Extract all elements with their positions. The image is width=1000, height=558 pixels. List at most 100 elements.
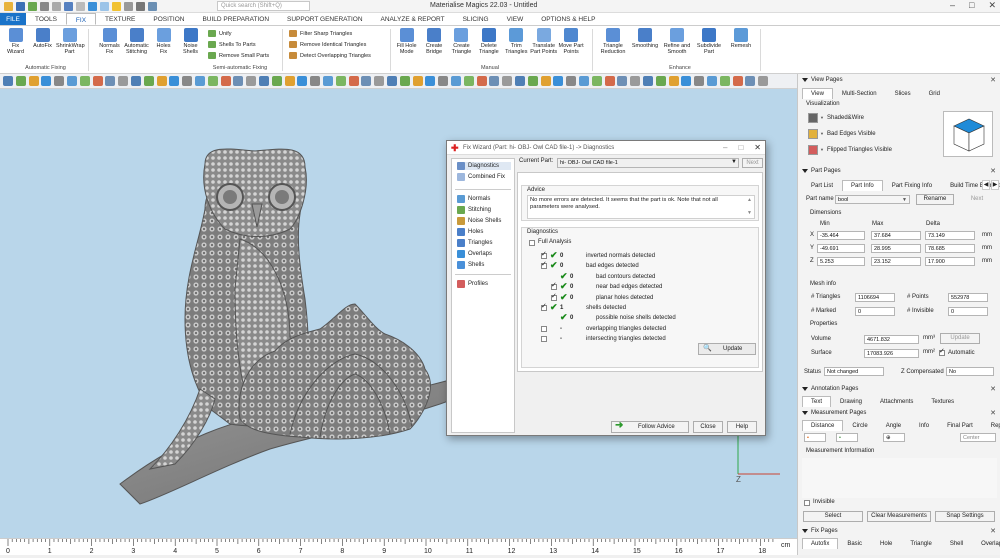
semi-normals-fix-button[interactable]: Normals Fix xyxy=(96,28,123,55)
diagnostic-checkbox[interactable] xyxy=(551,281,557,291)
toolbar-tool-icon[interactable] xyxy=(681,76,692,86)
toolbar-tool-icon[interactable] xyxy=(476,76,487,86)
tab-options-help[interactable]: OPTIONS & HELP xyxy=(532,13,604,25)
tab-hole[interactable]: Hole xyxy=(871,538,901,549)
tab-shell[interactable]: Shell xyxy=(941,538,972,549)
tab-analyze-report[interactable]: ANALYZE & REPORT xyxy=(372,13,454,25)
toolbar-tool-icon[interactable] xyxy=(182,76,193,86)
manual-create-triangle-button[interactable]: Create Triangle xyxy=(448,28,475,55)
tab-multi-section[interactable]: Multi-Section xyxy=(833,88,886,99)
toolbar-tool-icon[interactable] xyxy=(284,76,295,86)
bad-edges-visible-dropdown-icon[interactable]: ▼ xyxy=(820,131,824,136)
follow-advice-button[interactable]: ➜ Follow Advice xyxy=(611,421,689,433)
view-pages-header-close-icon[interactable]: ✕ xyxy=(990,76,996,84)
select-icon[interactable] xyxy=(88,2,97,11)
toolbar-tool-icon[interactable] xyxy=(412,76,423,86)
tab-autofix[interactable]: Autofix xyxy=(802,538,839,549)
view-cube[interactable] xyxy=(943,111,993,157)
toolbar-tool-icon[interactable] xyxy=(707,76,717,86)
toolbar-tool-icon[interactable] xyxy=(758,76,769,86)
toolbar-tool-icon[interactable] xyxy=(489,76,500,86)
dim-min-field[interactable]: 5.253 xyxy=(817,257,865,266)
part-name-select[interactable]: bool xyxy=(835,195,910,204)
filter-detect-overlapping-triangles-button[interactable]: Detect Overlapping Triangles xyxy=(289,52,371,59)
toolbar-tool-icon[interactable] xyxy=(118,76,129,86)
toolbar-tool-icon[interactable] xyxy=(451,76,461,86)
flipped-triangles-visible-dropdown-icon[interactable]: ▼ xyxy=(820,147,824,152)
dim-delta-field[interactable]: 78.685 xyxy=(925,244,975,253)
tab-view[interactable]: View xyxy=(802,88,833,99)
diagnostic-checkbox[interactable] xyxy=(541,325,547,332)
nav-normals[interactable]: Normals xyxy=(457,195,490,203)
toolbar-tool-icon[interactable] xyxy=(425,76,436,86)
save-icon[interactable] xyxy=(16,2,25,11)
open-icon[interactable] xyxy=(4,2,13,11)
manual-fill-hole-mode-button[interactable]: Fill Hole Mode xyxy=(393,28,420,55)
toolbar-tool-icon[interactable] xyxy=(92,76,103,86)
camera-icon[interactable] xyxy=(136,2,145,11)
nav-triangles[interactable]: Triangles xyxy=(457,239,492,247)
advice-scroll-down-icon[interactable]: ▼ xyxy=(747,210,752,216)
tab-position[interactable]: POSITION xyxy=(144,13,193,25)
measurement-pages-header[interactable]: Measurement Pages xyxy=(802,410,866,416)
semi-noise-shells-button[interactable]: Noise Shells xyxy=(177,28,204,55)
dialog-close-icon[interactable]: ✕ xyxy=(754,141,761,155)
toolbar-tool-icon[interactable] xyxy=(540,76,551,86)
tab-view[interactable]: VIEW xyxy=(498,13,533,25)
toolbar-tool-icon[interactable] xyxy=(143,76,154,86)
measure-color-select[interactable]: • xyxy=(804,433,826,442)
manual-trim-triangles-button[interactable]: Trim Triangles xyxy=(503,28,530,55)
automatic-checkbox[interactable] xyxy=(939,347,945,356)
part-pages-header-close-icon[interactable]: ✕ xyxy=(990,167,996,175)
dialog-next-button[interactable]: Next xyxy=(742,158,763,168)
toolbar-tool-icon[interactable] xyxy=(515,76,525,86)
shaded-wire-icon[interactable] xyxy=(808,113,818,123)
tab-slicing[interactable]: SLICING xyxy=(454,13,498,25)
close-icon[interactable]: ✕ xyxy=(988,0,996,11)
flipped-triangles-visible-icon[interactable] xyxy=(808,145,818,155)
nav-shells[interactable]: Shells xyxy=(457,261,484,269)
tab-final-part[interactable]: Final Part xyxy=(938,420,982,431)
toolbar-tool-icon[interactable] xyxy=(41,76,52,86)
toolbar-tool-icon[interactable] xyxy=(28,76,39,86)
enhance-triangle-reduction-button[interactable]: Triangle Reduction xyxy=(597,28,629,55)
fix-pages-header-close-icon[interactable]: ✕ xyxy=(990,527,996,535)
invisible-checkbox[interactable] xyxy=(804,500,810,506)
auto-fix-wizard-button[interactable]: Fix Wizard xyxy=(2,28,29,55)
tab-grid[interactable]: Grid xyxy=(920,88,949,99)
toolbar-tool-icon[interactable] xyxy=(233,76,244,86)
nav-noise-shells[interactable]: Noise Shells xyxy=(457,217,501,225)
current-part-select[interactable]: hi- OBJ- Owl CAD file-1 xyxy=(557,158,739,168)
diagnostic-checkbox[interactable] xyxy=(541,260,547,270)
enhance-smoothing-button[interactable]: Smoothing xyxy=(629,28,661,49)
dim-max-field[interactable]: 28.995 xyxy=(871,244,921,253)
chevron-down-icon[interactable]: ▼ xyxy=(731,159,737,165)
nav-holes[interactable]: Holes xyxy=(457,228,483,236)
diagnostic-checkbox[interactable] xyxy=(541,302,547,311)
dialog-maximize-icon[interactable]: □ xyxy=(738,141,743,155)
measure-snap-select[interactable]: ⊕ xyxy=(883,433,905,442)
nav-profiles[interactable]: Profiles xyxy=(457,280,488,288)
dim-min-field[interactable]: -35.464 xyxy=(817,231,865,240)
view-icon[interactable] xyxy=(100,2,109,11)
filter-remove-identical-triangles-button[interactable]: Remove Identical Triangles xyxy=(289,41,366,48)
center-select[interactable]: Center xyxy=(960,433,996,442)
measure-icon[interactable] xyxy=(148,2,157,11)
enhance-subdivide-part-button[interactable]: Subdivide Part xyxy=(693,28,725,55)
measure-style-select[interactable]: • xyxy=(836,433,858,442)
snap-settings-button[interactable]: Snap Settings xyxy=(935,511,995,522)
semi-automatic-stitching-button[interactable]: Automatic Stitching xyxy=(123,28,150,55)
properties-update-button[interactable]: Update xyxy=(940,333,980,344)
toolbar-tool-icon[interactable] xyxy=(732,76,743,86)
tabs-scroll-left-icon[interactable]: ◀ xyxy=(982,180,990,190)
toolbar-tool-icon[interactable] xyxy=(67,76,77,86)
minimize-icon[interactable]: – xyxy=(950,0,955,11)
toolbar-tool-icon[interactable] xyxy=(207,76,218,86)
tab-text[interactable]: Text xyxy=(802,396,832,407)
toolbar-tool-icon[interactable] xyxy=(604,76,615,86)
tab-overlap[interactable]: Overlap xyxy=(972,538,1000,549)
tab-report[interactable]: Report xyxy=(982,420,1000,431)
update-button[interactable]: 🔍 Update xyxy=(698,343,756,355)
semi-small-shells-to-parts-button[interactable]: Shells To Parts xyxy=(208,41,256,48)
toolbar-tool-icon[interactable] xyxy=(131,76,141,86)
